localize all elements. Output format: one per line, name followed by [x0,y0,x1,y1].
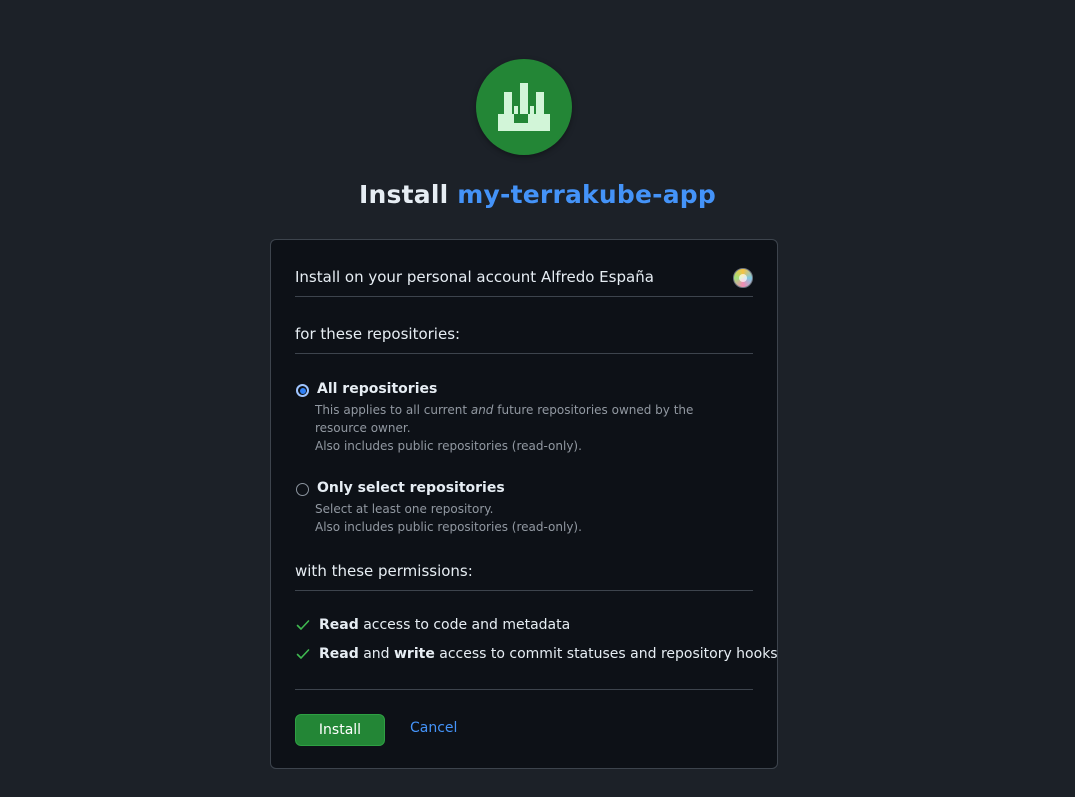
desc-emphasis: and [470,403,494,417]
account-text: Install on your personal account Alfredo… [295,268,654,286]
permission-rest: access to code and metadata [358,617,571,633]
divider [295,689,753,690]
avatar [733,268,753,288]
desc-text: Select at least one repository. [315,502,494,516]
page-title: Install my-terrakube-app [0,180,1075,209]
desc-text: This applies to all current [315,403,471,417]
app-name-link[interactable]: my-terrakube-app [457,180,716,209]
permissions-heading: with these permissions: [295,560,753,591]
permissions-heading-text: with these permissions: [295,562,473,580]
desc-public-note: Also includes public repositories (read-… [315,520,582,534]
check-icon [296,620,310,630]
radio-all-repositories-desc: This applies to all current and future r… [315,401,735,455]
terrakube-logo-icon [498,83,550,131]
install-card: Install on your personal account Alfredo… [270,239,778,769]
permission-read: Read [319,617,359,633]
permission-mid: and [358,646,394,662]
radio-select-repositories-desc: Select at least one repository. Also inc… [315,500,735,536]
repositories-heading-text: for these repositories: [295,325,461,343]
title-prefix: Install [359,180,449,209]
permission-rest: access to commit statuses and repository… [434,646,778,662]
permission-write: write [394,646,435,662]
radio-all-repositories-input[interactable] [296,384,309,397]
app-logo [476,59,572,155]
permission-text: Read access to code and metadata [319,617,570,633]
radio-select-repositories-label[interactable]: Only select repositories [317,480,505,496]
repositories-heading: for these repositories: [295,323,753,354]
desc-public-note: Also includes public repositories (read-… [315,439,582,453]
account-row: Install on your personal account Alfredo… [295,266,753,297]
permission-read: Read [319,646,359,662]
check-icon [296,649,310,659]
cancel-link[interactable]: Cancel [410,720,457,736]
radio-select-repositories-input[interactable] [296,483,309,496]
install-button[interactable]: Install [295,714,385,746]
radio-all-repositories-label[interactable]: All repositories [317,381,437,397]
permission-text: Read and write access to commit statuses… [319,646,778,662]
